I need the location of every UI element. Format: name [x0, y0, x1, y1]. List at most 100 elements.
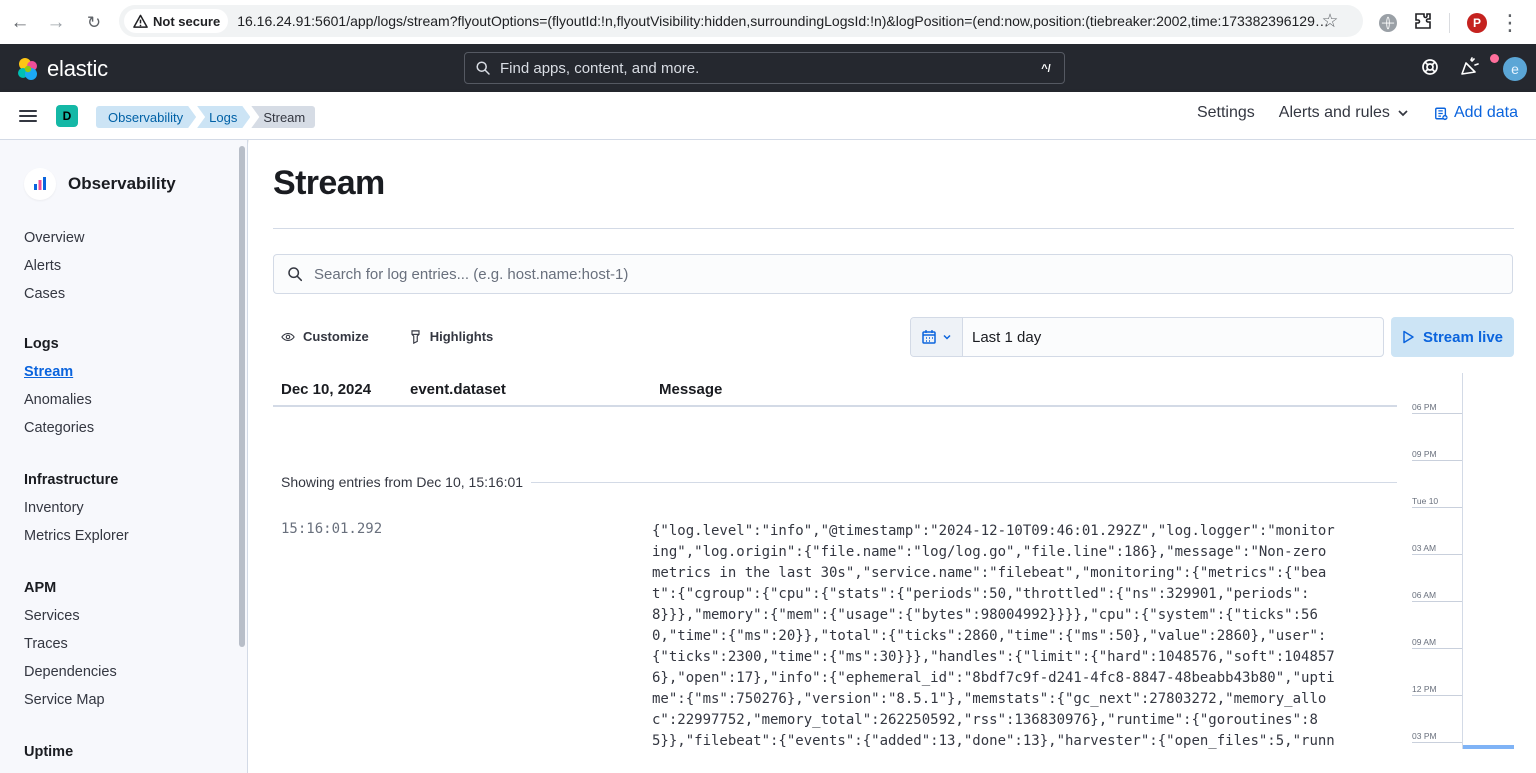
toolbar-separator — [1449, 13, 1450, 33]
sidebar-item-inventory[interactable]: Inventory — [24, 494, 129, 522]
breadcrumb: Observability Logs Stream — [96, 106, 316, 128]
brand-name: elastic — [47, 56, 108, 81]
log-search-input[interactable]: Search for log entries... (e.g. host.nam… — [273, 254, 1513, 294]
bookmark-star-icon[interactable]: ☆ — [1318, 9, 1342, 33]
hamburger-menu-icon[interactable] — [18, 106, 38, 126]
date-range-value[interactable]: Last 1 day — [963, 318, 1041, 356]
chevron-down-icon — [1396, 106, 1410, 120]
sidebar-item-services[interactable]: Services — [24, 602, 117, 630]
sidebar-item-stream[interactable]: Stream — [24, 358, 94, 386]
address-bar[interactable]: Not secure 16.16.24.91:5601/app/logs/str… — [119, 5, 1363, 37]
dataset-column-header: event.dataset — [410, 381, 506, 398]
play-icon — [1403, 330, 1414, 344]
sidebar-item-overview[interactable]: Overview — [24, 224, 84, 252]
entries-start-line — [531, 481, 1397, 483]
minimap-tick-line — [1412, 695, 1462, 696]
alerts-rules-label: Alerts and rules — [1278, 104, 1390, 121]
database-plus-icon — [1434, 106, 1448, 120]
elastic-logo[interactable]: elastic — [16, 56, 108, 82]
settings-link[interactable]: Settings — [1197, 104, 1255, 122]
sidebar-item-cases[interactable]: Cases — [24, 280, 84, 308]
minimap-tick-label: 09 AM — [1412, 637, 1437, 647]
minimap-tick-label: 03 PM — [1412, 731, 1437, 741]
sidebar-item-metrics-explorer[interactable]: Metrics Explorer — [24, 522, 129, 550]
calendar-icon — [922, 330, 936, 344]
page-title: Stream — [273, 164, 385, 202]
stream-live-label: Stream live — [1422, 328, 1504, 346]
global-search-placeholder: Find apps, content, and more. — [500, 59, 700, 77]
sidebar-apm-heading: APM — [24, 580, 57, 596]
sidebar-infrastructure-section: Infrastructure Inventory Metrics Explore… — [24, 466, 129, 550]
breadcrumb-logs[interactable]: Logs — [197, 106, 250, 128]
browser-menu-icon[interactable]: ⋮ — [1499, 10, 1521, 36]
minimap-current-range[interactable] — [1463, 745, 1514, 749]
help-lifebuoy-icon[interactable] — [1421, 58, 1439, 81]
minimap-tick-label: 12 PM — [1412, 684, 1437, 694]
security-warning-chip[interactable]: Not secure — [124, 9, 229, 33]
sidebar-logs-heading: Logs — [24, 336, 59, 352]
date-picker[interactable]: Last 1 day — [910, 317, 1384, 357]
minimap-axis-line — [1462, 373, 1463, 749]
url-text[interactable]: 16.16.24.91:5601/app/logs/stream?flyoutO… — [237, 13, 1329, 29]
sidebar-apm-section: APM Services Traces Dependencies Service… — [24, 574, 117, 714]
breadcrumb-stream: Stream — [251, 106, 316, 128]
add-data-button[interactable]: Add data — [1434, 104, 1518, 122]
news-feed-button[interactable] — [1459, 54, 1499, 81]
puzzle-extension-icon[interactable] — [1414, 12, 1432, 35]
observability-app-icon — [24, 168, 56, 200]
sidebar-item-traces[interactable]: Traces — [24, 630, 117, 658]
log-search-icon — [288, 267, 303, 282]
news-megaphone-icon — [1461, 57, 1479, 75]
breadcrumb-bar: D Observability Logs Stream Settings Ale… — [0, 92, 1536, 140]
browser-extension-icons: P ⋮ — [1379, 10, 1521, 36]
space-selector-badge[interactable]: D — [56, 105, 78, 127]
log-entry-timestamp[interactable]: 15:16:01.292 — [281, 521, 382, 537]
sidebar-title: Observability — [68, 174, 176, 193]
sidebar-uptime-section: Uptime — [24, 738, 73, 766]
log-table-header: Dec 10, 2024 event.dataset Message — [273, 372, 1397, 407]
sidebar-uptime-heading: Uptime — [24, 744, 74, 760]
log-stream-main: Stream Search for log entries... (e.g. h… — [249, 140, 1536, 773]
minimap-tick-line — [1412, 742, 1462, 743]
quick-date-menu[interactable] — [911, 318, 963, 356]
minimap-tick-label: Tue 10 — [1412, 496, 1439, 506]
header-action-icons: e — [1421, 54, 1527, 81]
customize-label: Customize — [303, 329, 369, 344]
browser-profile-avatar[interactable]: P — [1467, 13, 1487, 33]
sidebar-item-alerts[interactable]: Alerts — [24, 252, 84, 280]
forward-arrow-icon[interactable]: → — [44, 10, 68, 34]
sidebar-item-service-map[interactable]: Service Map — [24, 686, 117, 714]
minimap-tick-label: 09 PM — [1412, 449, 1437, 459]
browser-toolbar: ← → ↻ Not secure 16.16.24.91:5601/app/lo… — [0, 0, 1536, 44]
eye-icon — [281, 332, 295, 341]
user-avatar[interactable]: e — [1503, 57, 1527, 81]
minimap-tick-line — [1412, 507, 1462, 508]
customize-button[interactable]: Customize — [281, 329, 369, 344]
log-entry-message[interactable]: {"log.level":"info","@timestamp":"2024-1… — [652, 521, 1342, 752]
minimap-tick-line — [1412, 554, 1462, 555]
stream-toolbar: Customize Highlights — [281, 329, 493, 344]
minimap-tick-line — [1412, 648, 1462, 649]
highlights-button[interactable]: Highlights — [409, 329, 494, 344]
reload-icon[interactable]: ↻ — [82, 10, 106, 34]
sidebar-scrollbar[interactable] — [239, 146, 245, 647]
stream-live-button[interactable]: Stream live — [1391, 317, 1514, 357]
global-search-input[interactable]: Find apps, content, and more. ^/ — [464, 52, 1065, 84]
sidebar-logs-section: Logs Stream Anomalies Categories — [24, 330, 94, 442]
highlights-label: Highlights — [429, 329, 494, 344]
sidebar-item-anomalies[interactable]: Anomalies — [24, 386, 94, 414]
back-arrow-icon[interactable]: ← — [8, 10, 32, 34]
sidebar-item-categories[interactable]: Categories — [24, 414, 94, 442]
minimap-tick-line — [1412, 413, 1462, 414]
alerts-rules-menu[interactable]: Alerts and rules — [1279, 104, 1410, 122]
page-header-links: Settings Alerts and rules Add data — [1197, 104, 1518, 122]
minimap-tick-line — [1412, 460, 1462, 461]
entries-start-label: Showing entries from Dec 10, 15:16:01 — [281, 474, 524, 490]
breadcrumb-observability[interactable]: Observability — [96, 106, 196, 128]
sidebar-item-dependencies[interactable]: Dependencies — [24, 658, 117, 686]
message-column-header: Message — [659, 381, 723, 398]
log-search-placeholder: Search for log entries... (e.g. host.nam… — [314, 265, 629, 283]
extension-globe-icon[interactable] — [1379, 14, 1397, 32]
search-shortcut-label: ^/ — [1041, 63, 1051, 75]
log-minimap[interactable]: 06 PM 09 PM Tue 10 03 AM 06 AM 09 AM 12 … — [1406, 373, 1514, 749]
